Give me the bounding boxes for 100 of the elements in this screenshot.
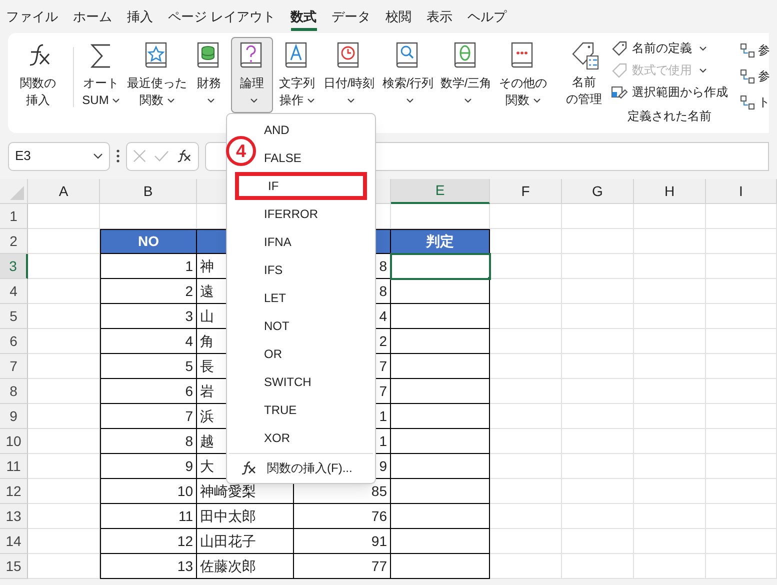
table-cell[interactable]: 7 [100, 404, 197, 429]
ribbon-tab[interactable]: ファイル [6, 6, 58, 28]
row-header[interactable]: 12 [0, 479, 28, 504]
grid-cell[interactable] [391, 504, 490, 529]
cancel-icon[interactable] [133, 149, 146, 163]
row-header[interactable]: 15 [0, 554, 28, 579]
row-header[interactable]: 14 [0, 529, 28, 554]
menu-item[interactable]: TRUE [264, 396, 297, 424]
table-cell[interactable]: 10 [100, 479, 197, 504]
ribbon-menu-button[interactable]: ト [740, 91, 770, 113]
column-header[interactable]: E [391, 179, 490, 204]
ribbon-tab[interactable]: 挿入 [127, 6, 153, 28]
ribbon-menu-button[interactable]: 選択範囲から作成 [611, 81, 728, 103]
column-header[interactable]: H [634, 179, 706, 204]
table-cell[interactable]: NO [100, 229, 197, 254]
menu-item[interactable]: XOR [264, 424, 290, 452]
ribbon-tab[interactable]: ヘルプ [468, 6, 507, 28]
menu-item[interactable]: SWITCH [264, 368, 312, 396]
menu-item[interactable]: FALSE [264, 144, 302, 172]
table-cell[interactable]: 76 [294, 504, 391, 529]
group-label: 定義された名前 [628, 108, 712, 125]
ribbon-tab[interactable]: 表示 [426, 6, 453, 28]
table-cell[interactable]: 9 [100, 454, 197, 479]
row-header[interactable]: 9 [0, 404, 28, 429]
ribbon-menu-button[interactable]: 参 [740, 65, 770, 87]
grid-cell[interactable] [391, 279, 490, 304]
name-box[interactable]: E3 [8, 142, 110, 170]
row-header[interactable]: 3 [0, 254, 28, 279]
grid-cell[interactable] [391, 354, 490, 379]
menu-item[interactable]: IF [235, 172, 367, 200]
grid-cell[interactable] [391, 304, 490, 329]
ribbon-menu-button[interactable]: 参 [740, 39, 770, 61]
table-cell[interactable]: 1 [100, 254, 197, 279]
table-cell[interactable]: 判定 [391, 229, 490, 254]
grid-cell[interactable] [391, 379, 490, 404]
ribbon-button[interactable]: 数学/三角 [439, 37, 493, 113]
ribbon-button[interactable]: 財務 [189, 37, 229, 113]
menu-item[interactable]: NOT [264, 312, 290, 340]
ribbon-button[interactable]: 検索/行列 [379, 37, 437, 113]
row-header[interactable]: 7 [0, 354, 28, 379]
row-header[interactable]: 1 [0, 204, 28, 229]
row-header[interactable]: 2 [0, 229, 28, 254]
ribbon-tab[interactable]: ホーム [73, 6, 112, 28]
ribbon-tab[interactable]: 校閲 [386, 6, 412, 28]
table-cell[interactable]: 11 [100, 504, 197, 529]
grid-cell[interactable] [391, 554, 490, 579]
grid-cell[interactable] [391, 329, 490, 354]
menu-item[interactable]: AND [264, 116, 290, 144]
ribbon-button[interactable]: 論理 [231, 37, 273, 113]
table-cell[interactable]: 12 [100, 529, 197, 554]
grid-cell[interactable] [391, 479, 490, 504]
table-cell[interactable]: 3 [100, 304, 197, 329]
table-cell[interactable]: 91 [294, 529, 391, 554]
table-cell[interactable]: 田中太郎 [197, 504, 294, 529]
ribbon-tab[interactable]: データ [332, 6, 371, 28]
table-cell[interactable]: 4 [100, 329, 197, 354]
table-cell[interactable]: 2 [100, 279, 197, 304]
table-cell[interactable]: 6 [100, 379, 197, 404]
ribbon-button[interactable]: その他の 関数 [495, 37, 551, 113]
ribbon-menu-button[interactable]: 名前の定義 [611, 37, 728, 59]
row-header[interactable]: 4 [0, 279, 28, 304]
grid-cell[interactable] [391, 454, 490, 479]
name-manager-button[interactable]: 名前 の管理 [561, 37, 607, 108]
function-icon[interactable] [177, 149, 192, 163]
table-cell[interactable]: 5 [100, 354, 197, 379]
ribbon-button[interactable]: オート SUM [77, 37, 125, 113]
table-cell[interactable]: 13 [100, 554, 197, 579]
active-cell[interactable] [391, 254, 490, 279]
grid-cell[interactable] [391, 529, 490, 554]
ribbon-button[interactable]: 最近使った 関数 [127, 37, 187, 113]
table-cell[interactable]: 8 [100, 429, 197, 454]
ribbon-button[interactable]: 関数の 挿入 [8, 37, 68, 113]
menu-item[interactable]: IFS [264, 256, 283, 284]
column-header[interactable]: B [100, 179, 197, 204]
menu-item[interactable]: IFNA [264, 228, 292, 256]
column-header[interactable]: I [706, 179, 777, 204]
grid-cell[interactable] [391, 404, 490, 429]
row-header[interactable]: 8 [0, 379, 28, 404]
row-header[interactable]: 13 [0, 504, 28, 529]
grid-cell[interactable] [391, 429, 490, 454]
check-icon[interactable] [154, 150, 170, 162]
menu-item[interactable]: OR [264, 340, 282, 368]
ribbon-tab[interactable]: ページ レイアウト [168, 6, 276, 28]
menu-item[interactable]: 関数の挿入(F)... [227, 454, 352, 482]
ribbon-button[interactable]: 文字列 操作 [275, 37, 319, 113]
more-options-icon[interactable] [116, 149, 120, 163]
column-header[interactable]: A [28, 179, 100, 204]
menu-item[interactable]: LET [264, 284, 286, 312]
row-header[interactable]: 6 [0, 329, 28, 354]
column-header[interactable]: G [562, 179, 634, 204]
row-header[interactable]: 10 [0, 429, 28, 454]
menu-item[interactable]: IFERROR [264, 200, 318, 228]
table-cell[interactable]: 佐藤次郎 [197, 554, 294, 579]
select-all-corner[interactable] [0, 179, 28, 204]
row-header[interactable]: 5 [0, 304, 28, 329]
ribbon-button[interactable]: 日付/時刻 [321, 37, 377, 113]
row-header[interactable]: 11 [0, 454, 28, 479]
table-cell[interactable]: 山田花子 [197, 529, 294, 554]
table-cell[interactable]: 77 [294, 554, 391, 579]
column-header[interactable]: F [490, 179, 562, 204]
